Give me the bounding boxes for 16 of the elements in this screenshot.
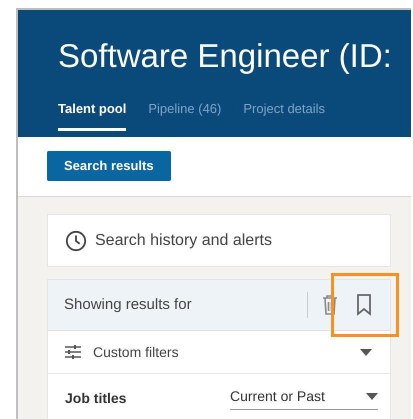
trash-icon — [322, 294, 338, 316]
bookmark-icon — [356, 294, 372, 316]
clock-icon — [65, 230, 87, 252]
page-title: Software Engineer (ID: — [58, 39, 393, 72]
filter-label: Job titles — [65, 388, 128, 408]
panel-heading: Showing results for — [64, 294, 193, 315]
save-search-button[interactable] — [356, 294, 372, 316]
caret-icon — [360, 348, 372, 356]
caret-icon — [366, 393, 378, 400]
search-results-button[interactable]: Search results — [47, 151, 171, 181]
custom-filters-toggle[interactable]: Custom filters — [48, 331, 390, 374]
filter-select[interactable]: Current or Past — [230, 386, 378, 410]
search-history-button[interactable]: Search history and alerts — [47, 214, 391, 267]
delete-button[interactable] — [322, 294, 338, 316]
tab[interactable]: Talent pool — [58, 99, 126, 130]
sliders-icon — [65, 345, 81, 359]
